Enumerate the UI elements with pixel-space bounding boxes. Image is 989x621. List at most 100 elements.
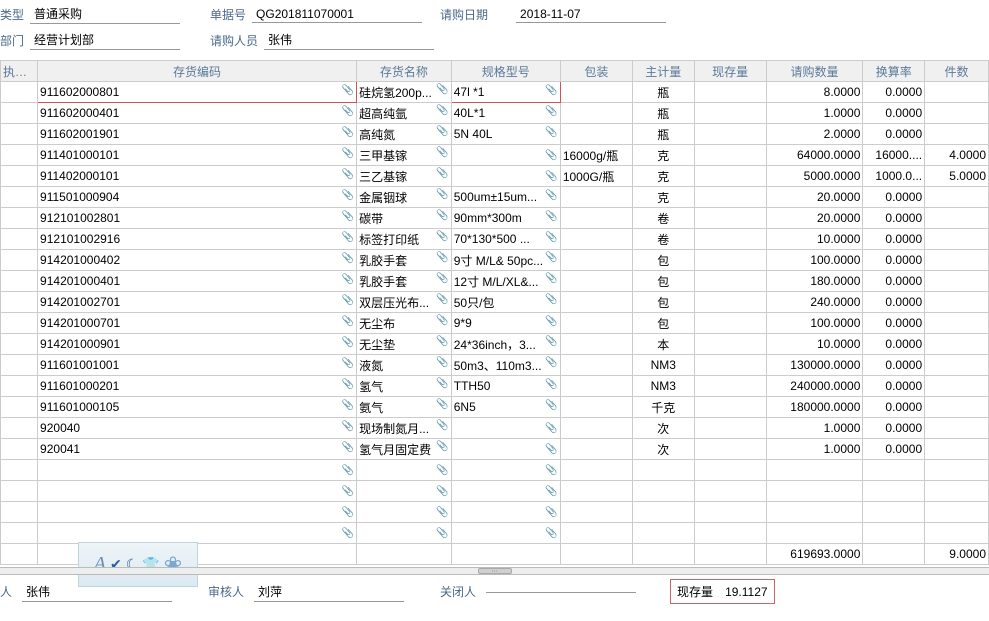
- cell-unit[interactable]: 克: [632, 187, 694, 208]
- field-buyer[interactable]: 张伟: [264, 30, 434, 50]
- cell-stock[interactable]: [694, 355, 766, 376]
- cell-qty[interactable]: 180000.0000: [766, 397, 863, 418]
- lookup-icon[interactable]: 📎: [545, 444, 557, 455]
- col-spec[interactable]: 规格型号: [451, 61, 560, 82]
- cell-rate[interactable]: 0.0000: [863, 292, 925, 313]
- lookup-icon[interactable]: 📎: [342, 274, 354, 285]
- cell-spec[interactable]: 9*9📎: [451, 313, 560, 334]
- lookup-icon[interactable]: 📎: [545, 127, 557, 138]
- lookup-icon[interactable]: 📎: [342, 486, 354, 497]
- lookup-icon[interactable]: 📎: [436, 273, 448, 284]
- cell-name[interactable]: 乳胶手套📎: [357, 271, 452, 292]
- lookup-icon[interactable]: 📎: [342, 232, 354, 243]
- lookup-icon[interactable]: 📎: [545, 211, 557, 222]
- cell-qty[interactable]: 10.0000: [766, 334, 863, 355]
- cell-stock[interactable]: [694, 82, 766, 103]
- cell-code[interactable]: 911601000105📎: [38, 397, 357, 418]
- cell-exec[interactable]: [1, 376, 38, 397]
- lookup-icon[interactable]: 📎: [342, 379, 354, 390]
- cell-unit[interactable]: 克: [632, 145, 694, 166]
- lookup-icon[interactable]: 📎: [436, 168, 448, 179]
- cell-qty[interactable]: 240000.0000: [766, 376, 863, 397]
- lookup-icon[interactable]: 📎: [545, 357, 557, 368]
- lookup-icon[interactable]: 📎: [342, 148, 354, 159]
- lookup-icon[interactable]: 📎: [436, 465, 448, 476]
- cell-pcs[interactable]: [925, 439, 989, 460]
- table-row[interactable]: 914201002701📎双层压光布...📎50只/包📎包240.00000.0…: [1, 292, 989, 313]
- cell-code[interactable]: 911602000801📎: [38, 82, 357, 103]
- cell-stock[interactable]: [694, 271, 766, 292]
- cell-code[interactable]: 914201000901📎: [38, 334, 357, 355]
- cell-pcs[interactable]: [925, 334, 989, 355]
- cell-code[interactable]: 920040📎: [38, 418, 357, 439]
- cell-unit[interactable]: 包: [632, 271, 694, 292]
- cell-pcs[interactable]: [925, 250, 989, 271]
- cell-qty[interactable]: 1.0000: [766, 439, 863, 460]
- cell-pack[interactable]: [560, 271, 632, 292]
- field-reviewer[interactable]: 刘萍: [254, 582, 404, 602]
- lookup-icon[interactable]: 📎: [342, 190, 354, 201]
- lookup-icon[interactable]: 📎: [342, 211, 354, 222]
- cell-code[interactable]: 912101002916📎: [38, 229, 357, 250]
- lookup-icon[interactable]: 📎: [545, 150, 557, 161]
- cell-pack[interactable]: [560, 397, 632, 418]
- lookup-icon[interactable]: 📎: [436, 231, 448, 242]
- cell-spec[interactable]: 12寸 M/L/XL&...📎: [451, 271, 560, 292]
- lookup-icon[interactable]: 📎: [545, 507, 557, 518]
- cell-name[interactable]: 双层压光布...📎: [357, 292, 452, 313]
- cell-exec[interactable]: [1, 124, 38, 145]
- cell-code[interactable]: 914201000402📎: [38, 250, 357, 271]
- cell-unit[interactable]: 瓶: [632, 82, 694, 103]
- cell-name[interactable]: 超高纯氩📎: [357, 103, 452, 124]
- cell-rate[interactable]: 0.0000: [863, 124, 925, 145]
- cell-code[interactable]: 911401000101📎: [38, 145, 357, 166]
- lookup-icon[interactable]: 📎: [436, 147, 448, 158]
- field-closer[interactable]: [486, 590, 636, 593]
- table-row[interactable]: 920041📎氢气月固定费📎📎次1.00000.0000: [1, 439, 989, 460]
- lookup-icon[interactable]: 📎: [545, 252, 557, 263]
- cell-code[interactable]: 911602000401📎: [38, 103, 357, 124]
- cell-rate[interactable]: 0.0000: [863, 376, 925, 397]
- cell-pcs[interactable]: [925, 313, 989, 334]
- cell-exec[interactable]: [1, 250, 38, 271]
- cell-qty[interactable]: 100.0000: [766, 250, 863, 271]
- lookup-icon[interactable]: 📎: [436, 105, 448, 116]
- lookup-icon[interactable]: 📎: [545, 400, 557, 411]
- col-pack[interactable]: 包装: [560, 61, 632, 82]
- cell-name[interactable]: 金属铟球📎: [357, 187, 452, 208]
- lookup-icon[interactable]: 📎: [436, 84, 448, 95]
- cell-name[interactable]: 液氮📎: [357, 355, 452, 376]
- splitter-grip-icon[interactable]: ⋯: [478, 568, 512, 574]
- cell-pcs[interactable]: 4.0000: [925, 145, 989, 166]
- cell-exec[interactable]: [1, 187, 38, 208]
- field-docno[interactable]: QG201811070001: [252, 6, 422, 23]
- cell-name[interactable]: 硅烷氢200p...📎: [357, 82, 452, 103]
- cell-qty[interactable]: 1.0000: [766, 418, 863, 439]
- lookup-icon[interactable]: 📎: [545, 423, 557, 434]
- cell-pcs[interactable]: [925, 271, 989, 292]
- cell-pack[interactable]: [560, 187, 632, 208]
- table-row-empty[interactable]: 📎📎📎: [1, 502, 989, 523]
- lookup-icon[interactable]: 📎: [545, 106, 557, 117]
- cell-rate[interactable]: 0.0000: [863, 334, 925, 355]
- cell-rate[interactable]: 0.0000: [863, 271, 925, 292]
- cell-pcs[interactable]: [925, 292, 989, 313]
- lookup-icon[interactable]: 📎: [545, 294, 557, 305]
- cell-pack[interactable]: [560, 82, 632, 103]
- table-row[interactable]: 920040📎现场制氮月...📎📎次1.00000.0000: [1, 418, 989, 439]
- cell-stock[interactable]: [694, 250, 766, 271]
- cell-pcs[interactable]: [925, 355, 989, 376]
- table-row[interactable]: 911602001901📎高纯氮📎5N 40L📎瓶2.00000.0000: [1, 124, 989, 145]
- cell-exec[interactable]: [1, 439, 38, 460]
- cell-exec[interactable]: [1, 397, 38, 418]
- cell-unit[interactable]: 包: [632, 292, 694, 313]
- cell-name[interactable]: 碳带📎: [357, 208, 452, 229]
- col-unit[interactable]: 主计量: [632, 61, 694, 82]
- cell-qty[interactable]: 10.0000: [766, 229, 863, 250]
- cell-qty[interactable]: 180.0000: [766, 271, 863, 292]
- lookup-icon[interactable]: 📎: [342, 85, 354, 96]
- cell-rate[interactable]: 0.0000: [863, 187, 925, 208]
- cell-qty[interactable]: 1.0000: [766, 103, 863, 124]
- cell-name[interactable]: 乳胶手套📎: [357, 250, 452, 271]
- table-row[interactable]: 914201000901📎无尘垫📎24*36inch，3...📎本10.0000…: [1, 334, 989, 355]
